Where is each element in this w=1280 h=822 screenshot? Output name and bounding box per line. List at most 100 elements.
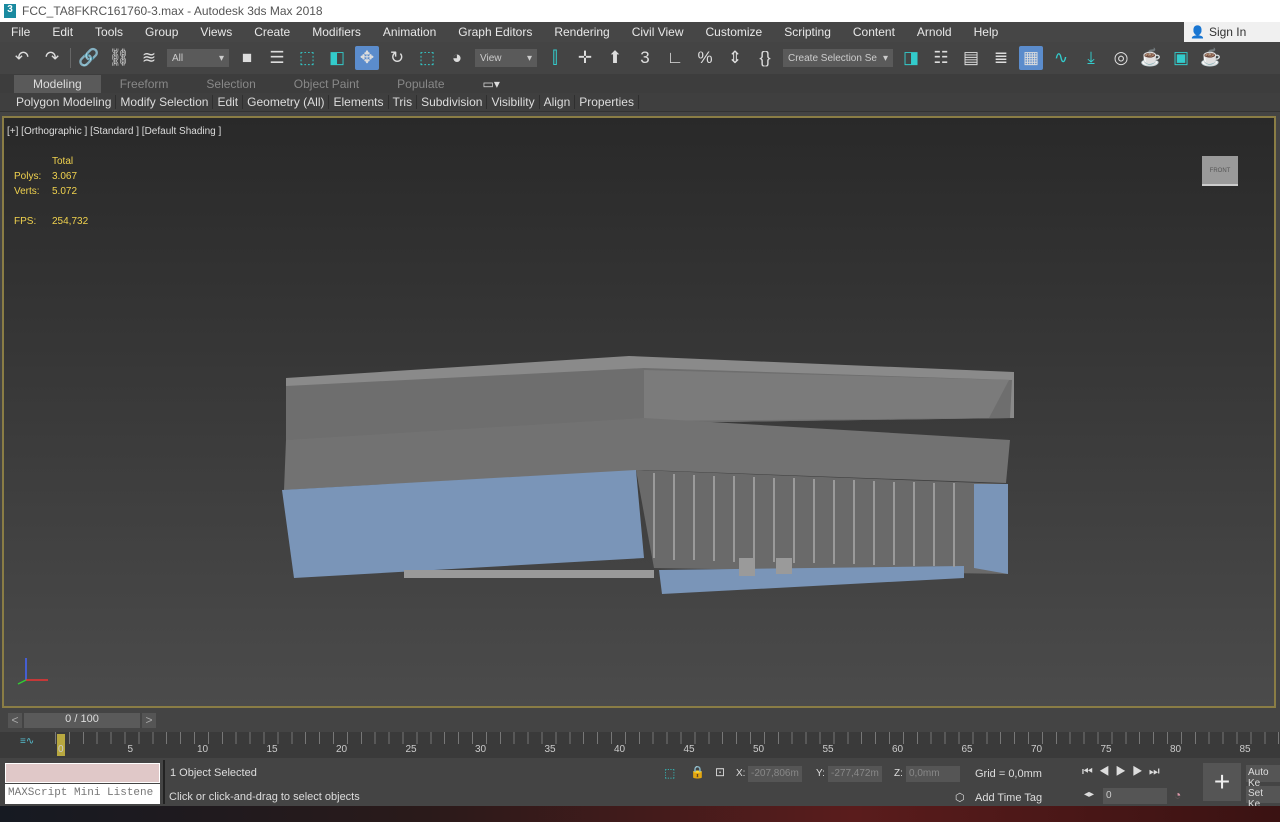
render-icon[interactable]: ☕ [1199, 46, 1223, 70]
maxscript-listener-pink[interactable] [5, 763, 160, 783]
grid-size: Grid = 0,0mm [975, 768, 1042, 780]
menu-civil-view[interactable]: Civil View [621, 25, 695, 39]
set-key-button[interactable]: Set Ke [1246, 786, 1280, 810]
align-icon[interactable]: ☷ [929, 46, 953, 70]
layer-explorer-icon[interactable]: ≣ [989, 46, 1013, 70]
select-by-name-icon[interactable]: ☰ [265, 46, 289, 70]
menu-arnold[interactable]: Arnold [906, 25, 963, 39]
undo-icon[interactable]: ↶ [10, 46, 34, 70]
tick-label: 75 [1100, 744, 1112, 755]
tab-selection[interactable]: Selection [187, 75, 274, 93]
y-label: Y: [816, 768, 825, 779]
menu-modifiers[interactable]: Modifiers [301, 25, 372, 39]
add-time-tag-button[interactable]: Add Time Tag [975, 792, 1042, 804]
panel-edit[interactable]: Edit [213, 95, 244, 109]
panel-geometry[interactable]: Geometry (All) [243, 95, 330, 109]
select-object-icon[interactable]: ■ [235, 46, 259, 70]
placement-icon[interactable]: ◕ [445, 46, 469, 70]
tick-label: 35 [544, 744, 556, 755]
material-editor-icon[interactable]: ◎ [1109, 46, 1133, 70]
render-setup-icon[interactable]: ☕ [1139, 46, 1163, 70]
angle-snap-icon[interactable]: ∟ [663, 46, 687, 70]
menu-edit[interactable]: Edit [41, 25, 84, 39]
select-manipulate-icon[interactable]: ✛ [573, 46, 597, 70]
unlink-icon[interactable]: ⛓ [107, 46, 131, 70]
bind-space-warp-icon[interactable]: ≋ [137, 46, 161, 70]
tick-label: 55 [822, 744, 834, 755]
menu-rendering[interactable]: Rendering [543, 25, 620, 39]
menu-graph-editors[interactable]: Graph Editors [447, 25, 543, 39]
ribbon-options-icon[interactable]: ▭▾ [464, 75, 519, 93]
rectangular-selection-icon[interactable]: ⬚ [295, 46, 319, 70]
tick-label: 0 [58, 744, 64, 755]
tick-label: 65 [961, 744, 973, 755]
isolate-selection-icon[interactable]: ⬚ [664, 766, 675, 780]
scale-icon[interactable]: ⬚ [415, 46, 439, 70]
absolute-mode-icon[interactable]: ⊡ [715, 765, 725, 779]
panel-align[interactable]: Align [540, 95, 576, 109]
link-icon[interactable]: 🔗 [77, 46, 101, 70]
menu-views[interactable]: Views [189, 25, 243, 39]
redo-icon[interactable]: ↷ [40, 46, 64, 70]
menu-help[interactable]: Help [963, 25, 1010, 39]
menu-group[interactable]: Group [134, 25, 189, 39]
curve-editor-icon[interactable]: ∿ [1049, 46, 1073, 70]
track-bar[interactable]: ≡∿ 0 5 10 15 20 25 30 35 40 45 50 55 60 65 70 75 80 85 [0, 732, 1280, 758]
panel-subdivision[interactable]: Subdivision [417, 95, 488, 109]
scene-explorer-icon[interactable]: ▤ [959, 46, 983, 70]
curve-editor-mini-icon[interactable]: ≡∿ [20, 736, 34, 747]
panel-modify-selection[interactable]: Modify Selection [116, 95, 214, 109]
panel-tris[interactable]: Tris [389, 95, 418, 109]
tab-populate[interactable]: Populate [378, 75, 463, 93]
spinner-snap-icon[interactable]: ⇕ [723, 46, 747, 70]
lock-icon[interactable]: 🔒 [690, 765, 705, 779]
tab-modeling[interactable]: Modeling [14, 75, 101, 93]
reference-coordinate-dropdown[interactable]: View ▾ [475, 49, 537, 67]
dope-sheet-icon[interactable]: ⤓ [1079, 46, 1103, 70]
time-slider[interactable]: 0 / 100 [24, 713, 140, 728]
panel-properties[interactable]: Properties [575, 95, 639, 109]
snaps-toggle-icon[interactable]: 3 [633, 46, 657, 70]
menu-animation[interactable]: Animation [372, 25, 447, 39]
panel-visibility[interactable]: Visibility [487, 95, 540, 109]
playback-controls[interactable]: ⏮◀▶▶⏭ [1082, 764, 1166, 779]
sign-in-button[interactable]: 👤 Sign In [1184, 22, 1280, 42]
rendered-frame-window-icon[interactable]: ▣ [1169, 46, 1193, 70]
key-mode-icon[interactable]: ◂▸ [1084, 789, 1094, 800]
panel-polygon-modeling[interactable]: Polygon Modeling [12, 95, 117, 109]
pivot-center-icon[interactable]: ⫿ [543, 46, 567, 70]
panel-elements[interactable]: Elements [329, 95, 389, 109]
add-time-tag-icon[interactable]: ⬡ [955, 791, 965, 804]
viewport[interactable]: [+] [Orthographic ] [Standard ] [Default… [2, 116, 1276, 708]
tab-object-paint[interactable]: Object Paint [275, 75, 378, 93]
menu-tools[interactable]: Tools [84, 25, 134, 39]
menu-customize[interactable]: Customize [695, 25, 774, 39]
selection-set-dropdown[interactable]: Create Selection Se ▾ [783, 49, 893, 67]
menu-file[interactable]: File [0, 25, 41, 39]
y-coordinate-field[interactable]: -277,472m [828, 766, 882, 782]
ribbon-toggle-icon[interactable]: ▦ [1019, 46, 1043, 70]
next-frame-button[interactable]: > [142, 713, 156, 728]
tab-freeform[interactable]: Freeform [101, 75, 188, 93]
keyboard-shortcut-override-icon[interactable]: ⬆ [603, 46, 627, 70]
rotate-icon[interactable]: ↻ [385, 46, 409, 70]
set-keys-icon[interactable]: + [1203, 763, 1241, 801]
percent-snap-icon[interactable]: % [693, 46, 717, 70]
mirror-icon[interactable]: ◨ [899, 46, 923, 70]
current-frame-field[interactable]: 0 [1103, 788, 1167, 804]
menu-bar: File Edit Tools Group Views Create Modif… [0, 22, 1280, 42]
auto-key-button[interactable]: Auto Ke [1246, 765, 1280, 789]
menu-create[interactable]: Create [243, 25, 301, 39]
window-crossing-icon[interactable]: ◧ [325, 46, 349, 70]
menu-content[interactable]: Content [842, 25, 906, 39]
menu-scripting[interactable]: Scripting [773, 25, 842, 39]
prev-frame-button[interactable]: < [8, 713, 22, 728]
x-coordinate-field[interactable]: -207,806m [748, 766, 802, 782]
time-configuration-icon[interactable]: ◔ [1174, 788, 1181, 802]
maxscript-listener-input[interactable]: MAXScript Mini Listene [5, 784, 160, 804]
selection-filter-dropdown[interactable]: All ▾ [167, 49, 229, 67]
z-coordinate-field[interactable]: 0,0mm [906, 766, 960, 782]
named-selection-icon[interactable]: {} [753, 46, 777, 70]
move-icon[interactable]: ✥ [355, 46, 379, 70]
track-ticks [55, 732, 1280, 744]
